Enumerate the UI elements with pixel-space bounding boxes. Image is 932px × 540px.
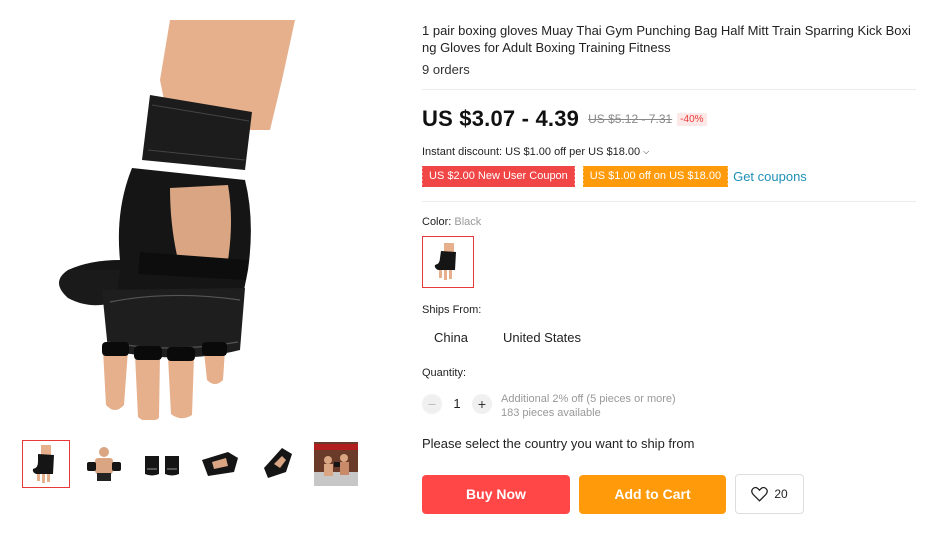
thumbnail-2[interactable] [80, 440, 128, 488]
fight-scene-thumbnail-icon [314, 442, 358, 486]
discount-badge: -40% [677, 112, 707, 126]
thumbnail-6[interactable] [312, 440, 360, 488]
get-coupons-link[interactable]: Get coupons [733, 169, 807, 184]
glove-image [59, 20, 295, 420]
glove-side-thumbnail-icon [202, 452, 238, 476]
order-count: 9 orders [422, 62, 470, 77]
glove-pair-thumbnail-icon [145, 456, 179, 476]
original-price: US $5.12 - 7.31 [588, 112, 673, 126]
coupon-row: US $2.00 New User Coupon US $1.00 off on… [421, 166, 807, 187]
bulk-discount-text: Additional 2% off (5 pieces or more) [501, 393, 676, 405]
product-title: 1 pair boxing gloves Muay Thai Gym Punch… [422, 23, 911, 55]
thumbnail-3[interactable] [138, 440, 186, 488]
quantity-label: Quantity: [422, 367, 467, 379]
chevron-down-icon: ⌵ [643, 147, 650, 156]
buy-now-button[interactable]: Buy Now [422, 474, 570, 514]
thumbnail-4[interactable] [196, 440, 244, 488]
quantity-decrease-button[interactable]: − [422, 394, 442, 414]
quantity-input[interactable]: 1 [442, 392, 472, 416]
thumbnail-1[interactable] [22, 440, 70, 488]
glove-thumbnail-icon [32, 445, 54, 483]
price-row: US $3.07 - 4.39 US $5.12 - 7.31 -40% [422, 106, 707, 132]
thumbnail-strip [22, 440, 360, 488]
wishlist-count: 20 [774, 487, 788, 501]
current-price: US $3.07 - 4.39 [422, 106, 580, 131]
glove-angle-thumbnail-icon [264, 448, 292, 478]
wishlist-button[interactable]: 20 [735, 474, 804, 514]
color-label-text: Color: [422, 216, 452, 228]
stock-available-text: 183 pieces available [501, 407, 601, 419]
color-option-black[interactable] [422, 236, 474, 288]
boxer-thumbnail-icon [87, 447, 121, 481]
main-product-image[interactable] [20, 20, 360, 420]
thumbnail-5[interactable] [254, 440, 302, 488]
ship-country-message: Please select the country you want to sh… [422, 436, 695, 451]
store-coupon[interactable]: US $1.00 off on US $18.00 [581, 166, 729, 187]
quantity-info: Additional 2% off (5 pieces or more) 183… [501, 392, 676, 420]
product-info: 1 pair boxing gloves Muay Thai Gym Punch… [422, 22, 916, 77]
instant-discount[interactable]: Instant discount: US $1.00 off per US $1… [422, 146, 649, 158]
divider [422, 89, 916, 90]
add-to-cart-button[interactable]: Add to Cart [579, 474, 726, 514]
ships-from-options: China United States [422, 322, 604, 353]
color-value: Black [454, 216, 482, 228]
ship-option-china[interactable]: China [422, 322, 480, 353]
ship-option-united-states[interactable]: United States [491, 322, 593, 353]
heart-icon [751, 486, 769, 502]
glove-swatch-icon [434, 243, 456, 280]
quantity-stepper: − 1 + Additional 2% off (5 pieces or mor… [422, 392, 676, 420]
instant-discount-text: Instant discount: US $1.00 off per US $1… [422, 146, 641, 158]
ships-from-label: Ships From: [422, 304, 482, 316]
color-label: Color: Black [422, 216, 481, 228]
action-buttons: Buy Now Add to Cart 20 [422, 474, 804, 514]
new-user-coupon[interactable]: US $2.00 New User Coupon [421, 166, 575, 187]
divider [422, 201, 916, 202]
quantity-increase-button[interactable]: + [472, 394, 492, 414]
